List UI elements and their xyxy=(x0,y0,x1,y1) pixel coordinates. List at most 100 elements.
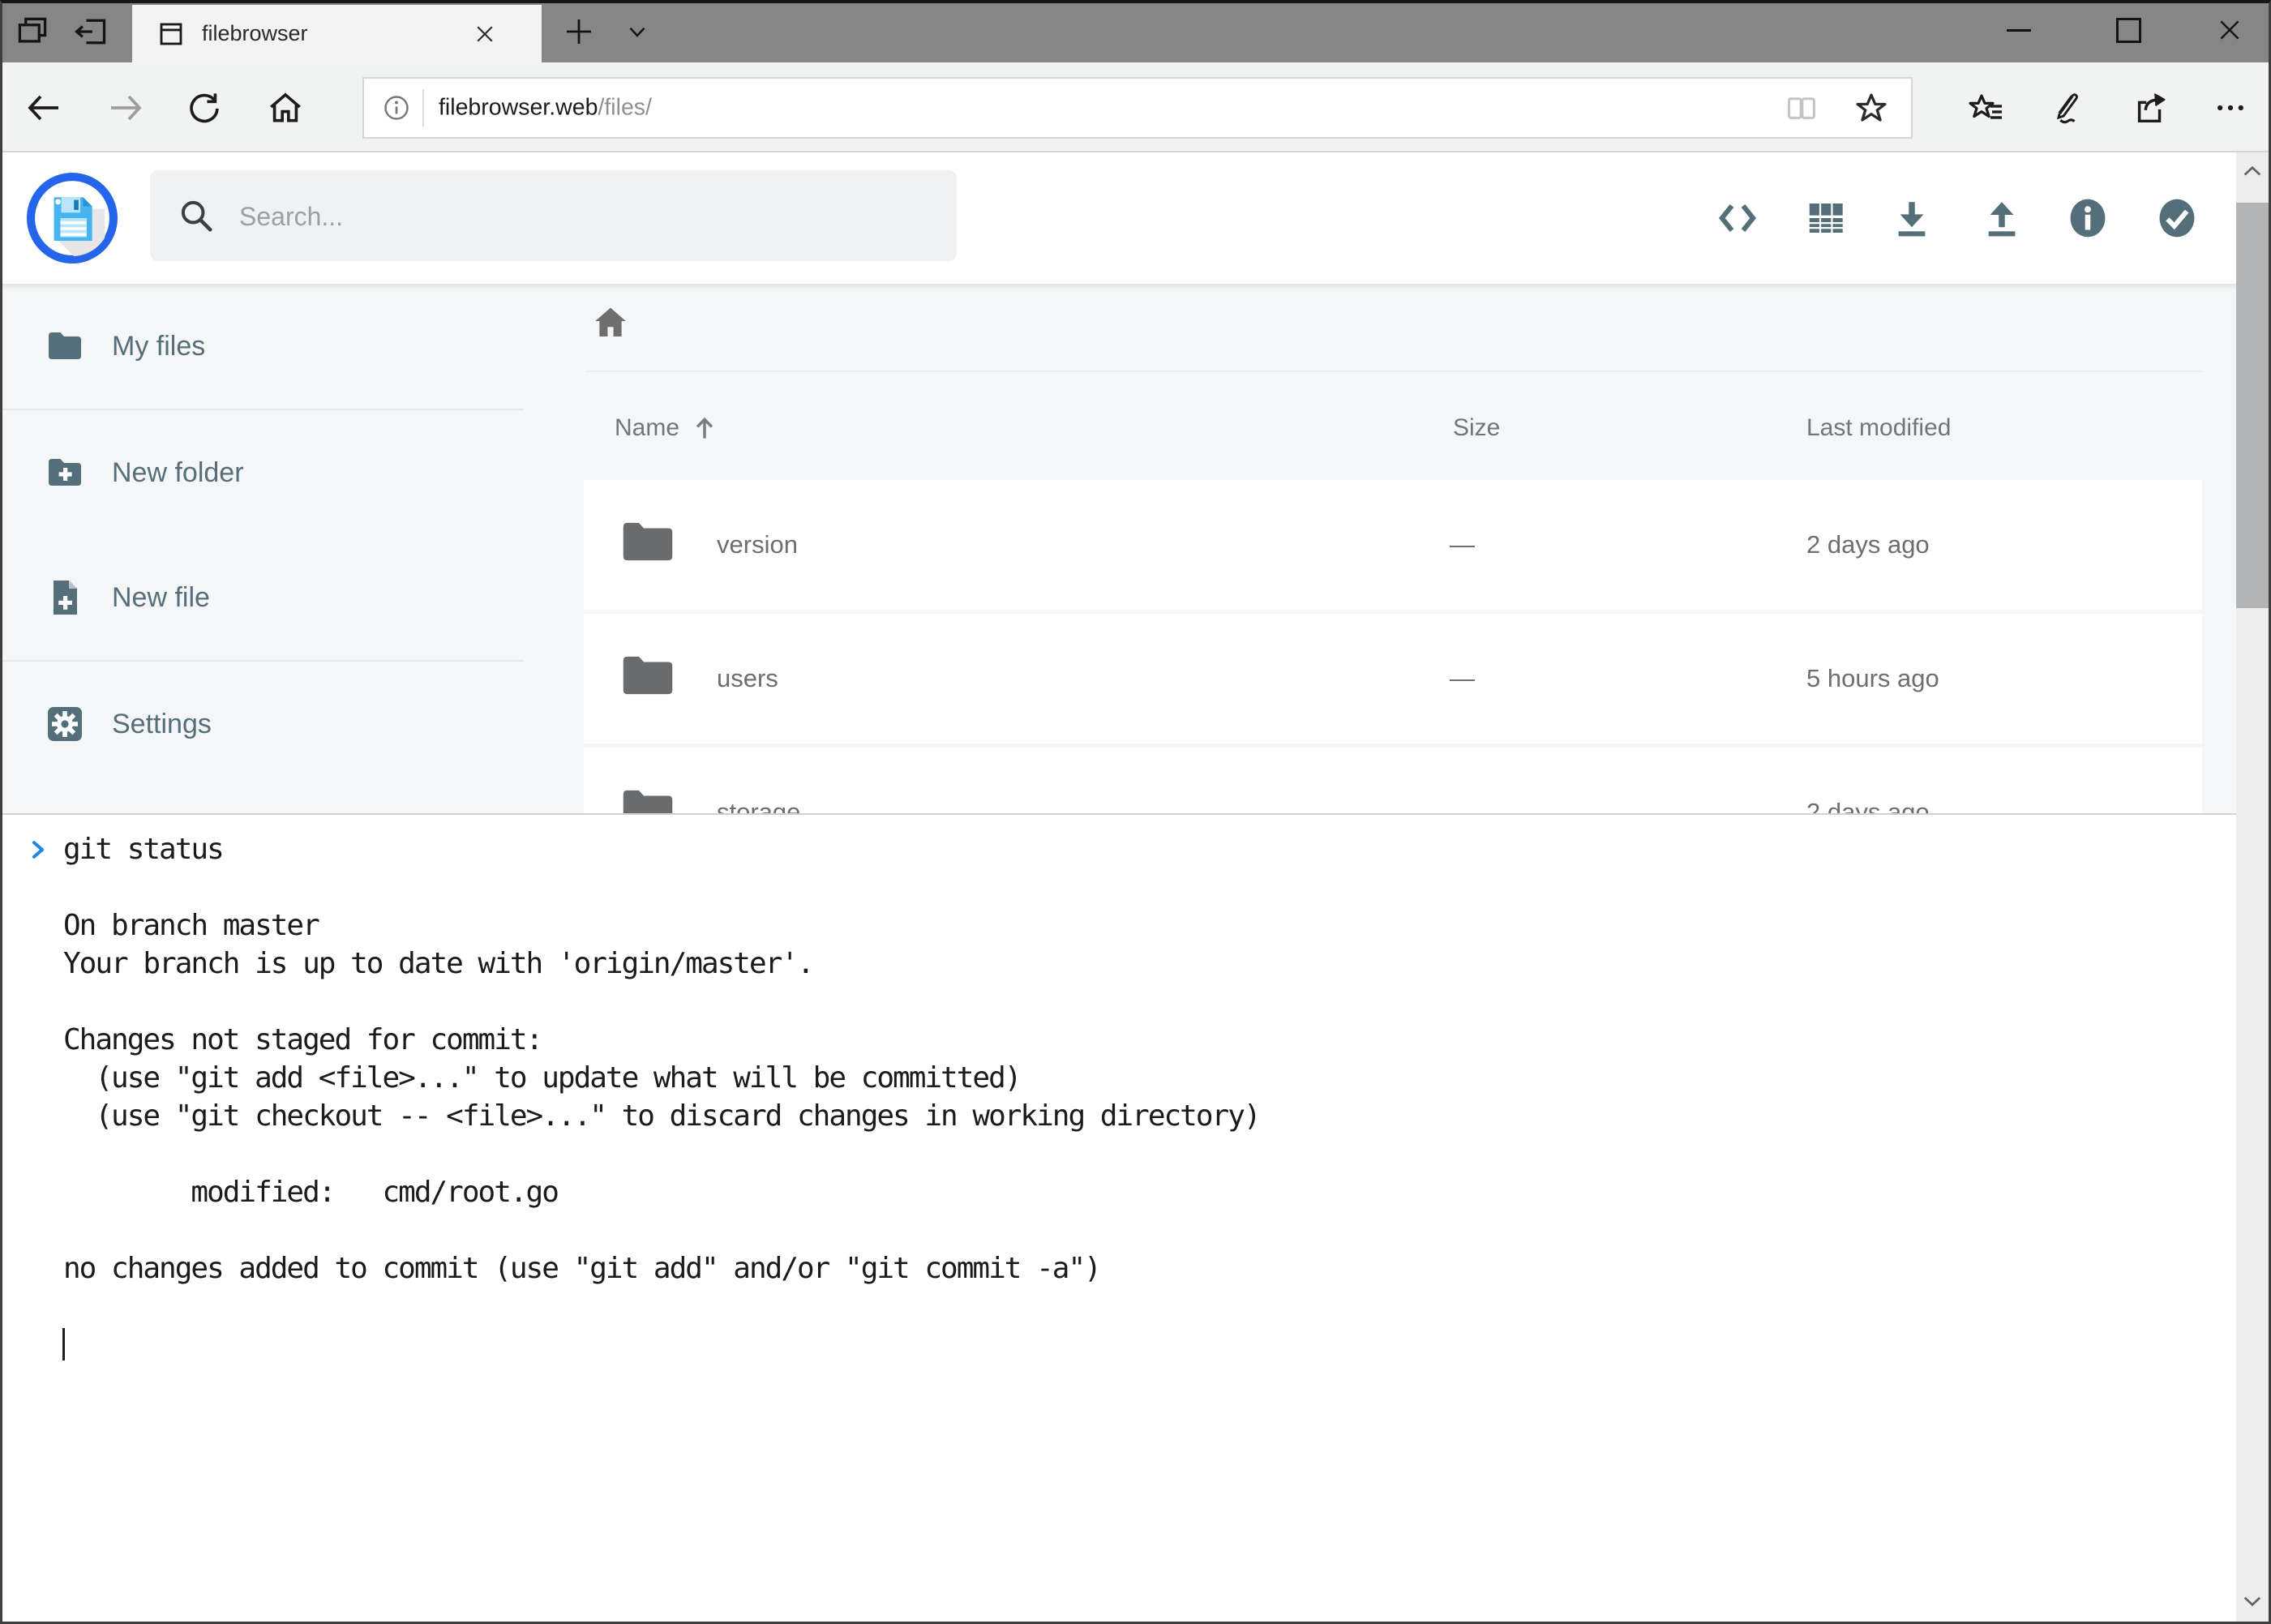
switch-view-button[interactable] xyxy=(1802,195,1849,242)
breadcrumb-home-button[interactable] xyxy=(590,303,631,342)
favorites-hub-button[interactable] xyxy=(1960,82,2012,134)
terminal-panel[interactable]: git status On branch master Your branch … xyxy=(0,813,2236,1624)
forward-arrow-icon xyxy=(106,88,145,127)
column-header-name-label: Name xyxy=(615,414,679,441)
site-info-icon[interactable] xyxy=(382,93,411,122)
settings-menu-button[interactable] xyxy=(2205,82,2256,134)
terminal-output-line: On branch master xyxy=(0,906,2236,945)
hub-star-list-icon xyxy=(1967,88,2006,127)
address-divider xyxy=(422,89,424,126)
column-header-modified-label: Last modified xyxy=(1806,414,1951,441)
set-tabs-aside-button[interactable] xyxy=(71,7,110,56)
code-icon xyxy=(1715,195,1760,241)
share-icon xyxy=(2132,89,2170,126)
home-button[interactable] xyxy=(259,82,311,134)
terminal-output-line xyxy=(0,868,2236,906)
home-icon xyxy=(590,303,631,342)
download-button[interactable] xyxy=(1888,195,1935,242)
tab-preview-button[interactable] xyxy=(13,7,52,56)
set-tabs-aside-icon xyxy=(73,14,109,49)
window-close-button[interactable] xyxy=(2204,3,2256,57)
folder-icon xyxy=(621,519,675,564)
terminal-output-line: (use "git checkout -- <file>..." to disc… xyxy=(0,1097,2236,1135)
raw-view-button[interactable] xyxy=(1714,195,1761,242)
sidebar-item-my-files[interactable]: My files xyxy=(0,284,531,409)
file-name: users xyxy=(717,664,778,693)
url-path: /files/ xyxy=(598,95,652,121)
scrollbar-thumb[interactable] xyxy=(2236,203,2269,608)
add-favorite-star-icon[interactable] xyxy=(1853,90,1890,127)
info-circle-icon xyxy=(2065,195,2110,241)
window-maximize-button[interactable] xyxy=(2102,3,2154,57)
file-plus-icon xyxy=(45,578,84,617)
url-text[interactable]: filebrowser.web/files/ xyxy=(439,95,652,122)
column-header-size[interactable]: Size xyxy=(1453,414,1500,442)
tab-list-button[interactable] xyxy=(618,7,657,56)
page-scrollbar[interactable] xyxy=(2236,152,2269,1624)
back-arrow-icon xyxy=(24,88,63,127)
page-favicon-icon xyxy=(156,19,186,49)
file-size: — xyxy=(1450,664,1475,693)
gear-icon xyxy=(45,705,84,743)
upload-icon xyxy=(1979,195,2025,241)
file-row[interactable]: users — 5 hours ago xyxy=(584,614,2202,743)
sort-ascending-icon[interactable] xyxy=(689,412,720,444)
chevron-down-icon xyxy=(623,18,651,45)
filebrowser-logo[interactable] xyxy=(27,173,118,264)
grid-view-icon xyxy=(1804,196,1848,240)
check-circle-icon xyxy=(2154,195,2200,241)
ink-notes-button[interactable] xyxy=(2039,82,2091,134)
column-header-size-label: Size xyxy=(1453,414,1500,441)
folder-icon xyxy=(621,653,675,698)
download-icon xyxy=(1889,195,1935,241)
search-bar[interactable] xyxy=(150,170,957,261)
prompt-chevron-icon xyxy=(28,838,49,862)
scroll-down-icon[interactable] xyxy=(2241,1589,2264,1612)
terminal-command: git status xyxy=(63,830,223,868)
sidebar-item-settings[interactable]: Settings xyxy=(0,662,531,786)
share-button[interactable] xyxy=(2125,82,2177,134)
file-row[interactable]: version — 2 days ago xyxy=(584,480,2202,610)
browser-tab[interactable]: filebrowser xyxy=(132,5,542,62)
sidebar-item-label: Settings xyxy=(112,709,212,740)
sidebar-item-label: My files xyxy=(112,331,205,362)
refresh-icon xyxy=(186,89,223,126)
reading-view-icon[interactable] xyxy=(1785,92,1819,126)
terminal-output-line: Changes not staged for commit: xyxy=(0,1021,2236,1059)
terminal-output-line: modified: cmd/root.go xyxy=(0,1173,2236,1211)
tab-preview-icon xyxy=(15,14,50,49)
terminal-output-line xyxy=(0,1135,2236,1173)
column-header-modified[interactable]: Last modified xyxy=(1806,414,1951,442)
folder-icon xyxy=(45,327,84,366)
back-button[interactable] xyxy=(18,82,70,134)
window-minimize-button[interactable] xyxy=(1993,3,2045,57)
scroll-up-icon[interactable] xyxy=(2241,161,2264,183)
url-host: filebrowser.web xyxy=(439,95,598,121)
tab-bar: filebrowser xyxy=(0,0,2271,62)
terminal-output: On branch master Your branch is up to da… xyxy=(0,868,2236,1288)
file-size: — xyxy=(1450,530,1475,559)
tab-close-icon[interactable] xyxy=(473,22,497,46)
address-bar[interactable]: filebrowser.web/files/ xyxy=(362,77,1913,139)
close-icon xyxy=(2216,16,2243,44)
search-input[interactable] xyxy=(238,170,938,263)
refresh-button[interactable] xyxy=(178,82,230,134)
column-header-name[interactable]: Name xyxy=(615,414,679,442)
listing-divider xyxy=(585,371,2202,372)
sidebar-item-label: New file xyxy=(112,582,210,614)
terminal-prompt-line: git status xyxy=(0,830,2236,868)
forward-button[interactable] xyxy=(100,82,152,134)
terminal-output-line xyxy=(0,1211,2236,1249)
sidebar-item-new-folder[interactable]: New folder xyxy=(0,410,531,535)
select-multiple-button[interactable] xyxy=(2153,195,2200,242)
info-button[interactable] xyxy=(2064,195,2111,242)
ellipsis-icon xyxy=(2213,90,2248,126)
terminal-output-line: (use "git add <file>..." to update what … xyxy=(0,1059,2236,1097)
terminal-cursor xyxy=(62,1328,65,1360)
pen-icon xyxy=(2046,89,2084,126)
search-icon xyxy=(178,197,215,234)
upload-button[interactable] xyxy=(1978,195,2025,242)
sidebar-item-new-file[interactable]: New file xyxy=(0,535,531,660)
terminal-output-line: no changes added to commit (use "git add… xyxy=(0,1249,2236,1288)
new-tab-button[interactable] xyxy=(559,7,598,56)
